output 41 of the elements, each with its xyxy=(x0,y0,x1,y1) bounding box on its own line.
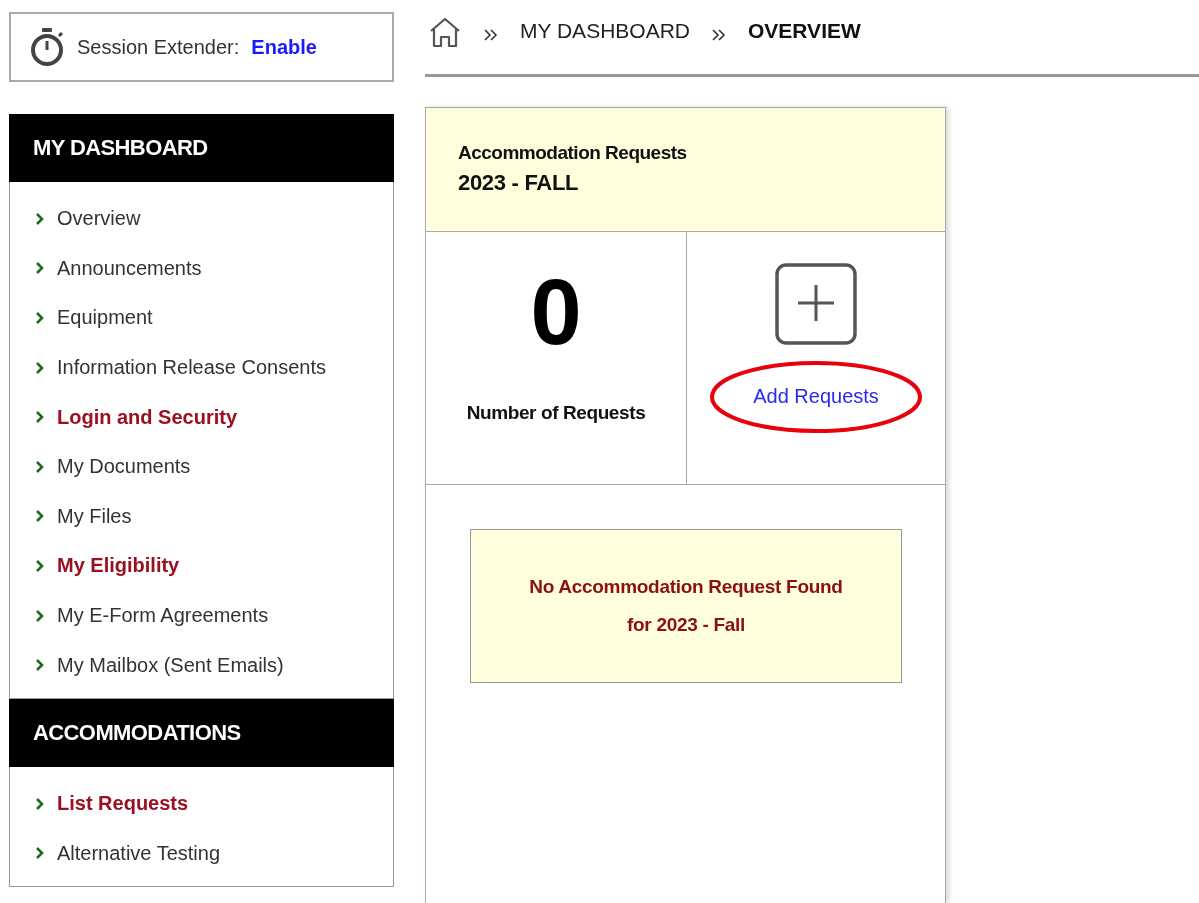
sidebar-link[interactable]: My Files xyxy=(57,504,132,528)
chevron-right-icon xyxy=(35,261,45,276)
double-chevron-icon xyxy=(484,29,498,41)
chevron-right-icon xyxy=(35,311,45,325)
breadcrumb-link[interactable]: OVERVIEW xyxy=(748,19,861,43)
chevron-right-icon xyxy=(35,459,45,474)
sidebar-link[interactable]: My Mailbox (Sent Emails) xyxy=(57,653,284,677)
section-header: MY DASHBOARD xyxy=(9,114,394,182)
chevron-right-icon xyxy=(35,796,45,811)
chevron-right-icon xyxy=(35,360,45,375)
breadcrumb-link[interactable]: MY DASHBOARD xyxy=(520,19,690,43)
count-label: Number of Requests xyxy=(466,402,646,424)
term-label: 2023 - FALL xyxy=(458,170,579,196)
home-icon[interactable] xyxy=(428,16,462,48)
chevron-right-icon xyxy=(35,410,45,425)
stopwatch-icon xyxy=(29,27,65,67)
chevron-right-icon xyxy=(35,846,45,861)
section-header: ACCOMMODATIONS xyxy=(9,698,394,767)
double-chevron-icon xyxy=(712,29,726,41)
sidebar-link[interactable]: My Documents xyxy=(57,455,191,479)
sidebar-link[interactable]: Equipment xyxy=(57,306,153,330)
add-icon[interactable] xyxy=(775,263,857,345)
sidebar-link[interactable]: List Requests xyxy=(57,792,189,816)
enable-link[interactable]: Enable xyxy=(251,35,317,59)
session-label: Session Extender: xyxy=(77,35,240,59)
chevron-right-icon xyxy=(35,658,45,673)
sidebar-link[interactable]: Information Release Consents xyxy=(57,356,327,380)
sidebar-link[interactable]: My Eligibility xyxy=(57,554,180,578)
add-requests-link[interactable]: Add Requests xyxy=(753,385,879,408)
sidebar-link[interactable]: Login and Security xyxy=(57,405,238,429)
sidebar-link[interactable]: Overview xyxy=(57,207,141,231)
sidebar-link[interactable]: My E-Form Agreements xyxy=(57,604,269,628)
chevron-right-icon xyxy=(35,211,45,226)
no-requests-message: No Accommodation Request Found for 2023 - Fall xyxy=(529,576,843,636)
card-title: Accommodation Requests xyxy=(458,142,687,164)
chevron-right-icon xyxy=(35,558,45,573)
chevron-right-icon xyxy=(35,509,45,524)
chevron-right-icon xyxy=(35,608,45,623)
request-count: 0 xyxy=(530,266,582,358)
sidebar-link[interactable]: Alternative Testing xyxy=(57,841,221,865)
sidebar-link[interactable]: Announcements xyxy=(57,256,202,280)
